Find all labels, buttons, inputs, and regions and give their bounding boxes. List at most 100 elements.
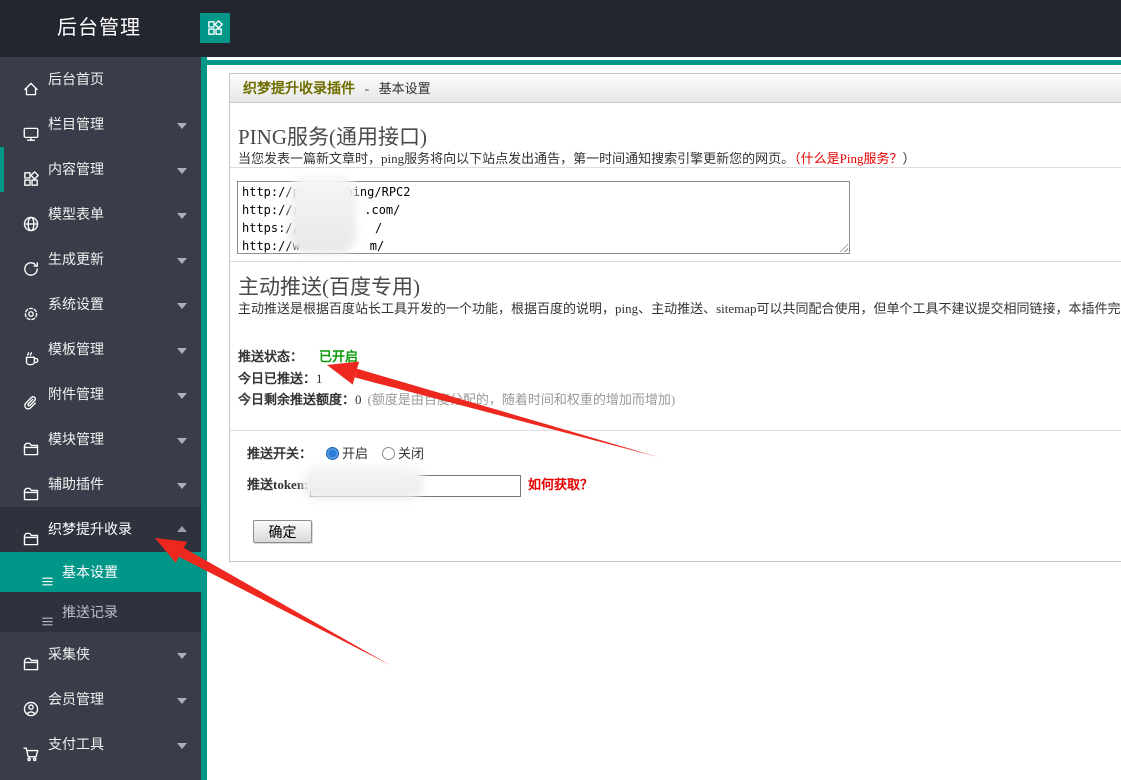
push-section-desc: 主动推送是根据百度站长工具开发的一个功能，根据百度的说明，ping、主动推送、s… [238,301,1121,316]
radio-off-label[interactable]: 关闭 [398,446,424,461]
sidebar-item-module-manage[interactable]: 模块管理 [0,417,201,462]
ping-desc-text: 当您发表一篇新文章时，ping服务将向以下站点发出通告，第一时间通知搜索引擎更新… [238,151,795,166]
sidebar-subitem-push-records[interactable]: 推送记录 [0,592,201,632]
caret-down-icon [177,742,187,749]
push-switch-line: 推送开关： 开启 关闭 [247,445,1121,462]
caret-down-icon [177,697,187,704]
clip-icon [22,386,40,409]
how-to-get-token-link[interactable]: 如何获取？ [528,477,593,492]
sidebar-item-system-settings[interactable]: 系统设置 [0,282,201,327]
content-top-accent [207,60,1121,65]
grid-icon [22,161,40,186]
user-icon [22,691,40,716]
sidebar-subitem-label: 推送记录 [62,604,118,620]
what-is-ping-link[interactable]: （什么是Ping服务？ [794,151,902,166]
globe-icon [22,206,40,231]
ping-section-title: PING服务(通用接口) [238,125,427,149]
caret-up-icon [177,525,187,532]
sidebar-item-helper-plugins[interactable]: 辅助插件 [0,462,201,507]
folder-icon [22,646,40,670]
push-switch-label: 推送开关： [247,446,313,461]
caret-down-icon [177,167,187,174]
folder-icon [22,476,40,500]
cart-icon [22,736,40,761]
sidebar-item-collector[interactable]: 采集侠 [0,632,201,677]
list-icon [40,604,55,626]
sidebar-item-model-form[interactable]: 模型表单 [0,192,201,237]
quota-value: 0 [355,392,362,407]
caret-down-icon [177,212,187,219]
push-status-line: 推送状态： 已开启 [238,346,1121,368]
admin-page: 后台管理 后台首页栏目管理内容管理模型表单生成更新系统设置模板管理附件管理模块管… [0,0,1121,780]
gear-icon [22,296,40,320]
sidebar-item-label: 后台首页 [48,71,104,87]
home-icon [22,71,40,95]
sidebar-item-content-manage[interactable]: 内容管理 [0,147,201,192]
sidebar-item-label: 系统设置 [48,296,104,312]
folder-icon [22,521,40,545]
sidebar-item-attachment-manage[interactable]: 附件管理 [0,372,201,417]
sidebar-item-label: 支付工具 [48,736,104,752]
ping-urls-section: http://ping ping/RPC2 http://rpc .com/https… [230,168,1121,262]
sidebar-item-column-manage[interactable]: 栏目管理 [0,102,201,147]
ping-section-desc: 当您发表一篇新文章时，ping服务将向以下站点发出通告，第一时间通知搜索引擎更新… [238,151,1121,166]
pushed-today-label: 今日已推送： [238,370,317,386]
caret-down-icon [177,257,187,264]
caret-down-icon [177,122,187,129]
sidebar-item-generate-update[interactable]: 生成更新 [0,237,201,282]
sidebar-subitem-basic-settings[interactable]: 基本设置 [0,552,201,592]
caret-down-icon [177,652,187,659]
caret-down-icon [177,347,187,354]
sidebar-item-label: 生成更新 [48,251,104,267]
header-separator: - [364,82,370,97]
sidebar-item-member-manage[interactable]: 会员管理 [0,677,201,722]
plugin-title: 织梦提升收录插件 [243,82,355,97]
ping-section: PING服务(通用接口) 当您发表一篇新文章时，ping服务将向以下站点发出通告… [230,104,1121,168]
list-icon [40,564,55,586]
pushed-today-value: 1 [316,370,323,386]
sidebar-item-label: 辅助插件 [48,476,104,492]
push-section-title: 主动推送(百度专用) [238,275,420,299]
sidebar-item-label: 模型表单 [48,206,104,222]
quota-line: 今日剩余推送额度：0 (额度是由百度分配的，随着时间和权重的增加而增加) [238,389,1121,411]
sidebar-item-label: 模块管理 [48,431,104,447]
sidebar-item-label: 织梦提升收录 [48,521,132,537]
sidebar-item-label: 采集侠 [48,646,90,662]
push-token-label: 推送token: [247,477,309,492]
sidebar-item-label: 栏目管理 [48,116,104,132]
push-section: 主动推送(百度专用) 主动推送是根据百度站长工具开发的一个功能，根据百度的说明，… [230,262,1121,431]
radio-on-label[interactable]: 开启 [342,446,368,461]
caret-down-icon [177,392,187,399]
censor-blur-token [302,466,424,499]
dashboard-grid-button[interactable] [200,13,230,43]
quota-note: (额度是由百度分配的，随着时间和权重的增加而增加) [367,392,676,407]
caret-down-icon [177,302,187,309]
pushed-today-line: 今日已推送：1 [238,368,1121,390]
page-title: 基本设置 [378,81,431,96]
caret-down-icon [177,437,187,444]
sidebar-item-template-manage[interactable]: 模板管理 [0,327,201,372]
sidebar-item-label: 会员管理 [48,691,104,707]
radio-push-off[interactable] [382,447,396,460]
topbar: 后台管理 [0,0,1121,57]
push-status-value: 已开启 [319,349,359,364]
censor-blur-urls [290,176,356,253]
sidebar-item-label: 附件管理 [48,386,104,402]
push-status-label: 推送状态： [238,349,304,364]
panel-header: 织梦提升收录插件 - 基本设置 [230,74,1121,103]
sidebar-item-backend-home[interactable]: 后台首页 [0,57,201,102]
sidebar-item-payment-tools[interactable]: 支付工具 [0,722,201,767]
radio-push-on[interactable] [326,447,340,460]
push-status-block: 推送状态： 已开启 今日已推送：1 今日剩余推送额度：0 (额度是由百度分配的，随着… [238,346,1121,411]
main-content: 织梦提升收录插件 - 基本设置 PING服务(通用接口) 当您发表一篇新文章时，… [207,57,1121,780]
quota-label: 今日剩余推送额度： [238,392,356,407]
app-title: 后台管理 [57,17,141,39]
folder-icon [22,431,40,455]
cup-icon [22,341,40,365]
ping-desc-close: ） [902,151,916,166]
sidebar-item-dedecms-seo-plugin[interactable]: 织梦提升收录 [0,507,201,552]
grid-icon [206,19,224,37]
confirm-button[interactable]: 确定 [253,520,312,544]
sidebar: 后台首页栏目管理内容管理模型表单生成更新系统设置模板管理附件管理模块管理辅助插件… [0,57,201,780]
sidebar-item-label: 内容管理 [48,161,104,177]
